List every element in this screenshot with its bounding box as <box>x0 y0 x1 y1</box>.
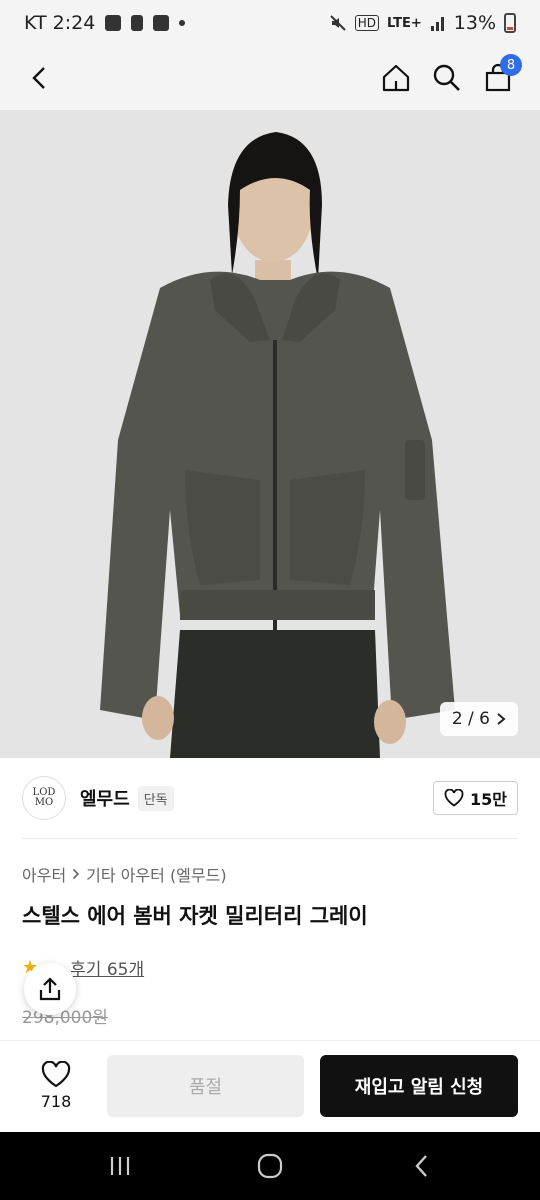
system-navigation-bar <box>0 1132 540 1200</box>
status-bar: KT 2:24 HD LTE+ 13% <box>0 0 540 46</box>
product-title: 스텔스 에어 봄버 자켓 밀리터리 그레이 <box>22 904 368 928</box>
review-count-link[interactable]: 후기 65개 <box>70 955 144 980</box>
wishlist-count: 718 <box>40 1092 72 1111</box>
back-button[interactable] <box>18 56 62 100</box>
home-circle-icon <box>257 1153 283 1179</box>
chevron-right-icon <box>497 713 506 725</box>
breadcrumb: 아우터 기타 아우터 (엘무드) <box>22 862 227 886</box>
chevron-right-icon <box>73 868 80 880</box>
search-button[interactable] <box>425 56 469 100</box>
divider <box>22 838 518 839</box>
home-button[interactable] <box>374 56 418 100</box>
back-nav-button[interactable] <box>400 1146 444 1186</box>
chevron-left-icon <box>32 67 45 89</box>
heart-icon <box>444 789 464 807</box>
brand-logo-text: LOD MO <box>32 787 56 808</box>
gallery-notification-icon <box>105 15 122 31</box>
battery-percent: 13% <box>453 12 496 34</box>
brand-name[interactable]: 엘무드 <box>80 785 130 811</box>
purchase-action-bar: 718 품절 재입고 알림 신청 <box>0 1040 540 1132</box>
brand-row: LOD MO 엘무드 단독 15만 <box>22 774 518 822</box>
restock-alert-button[interactable]: 재입고 알림 신청 <box>320 1055 518 1117</box>
recent-apps-icon <box>110 1157 130 1175</box>
brand-like-count: 15만 <box>470 790 507 809</box>
share-button[interactable] <box>24 963 76 1015</box>
alert-notification-icon <box>131 15 144 31</box>
exclusive-badge: 단독 <box>137 785 174 811</box>
naver-notification-icon <box>153 15 170 31</box>
search-icon <box>433 64 460 91</box>
image-counter-button[interactable]: 2 / 6 <box>439 702 518 736</box>
sale-price <box>22 1030 29 1040</box>
mute-icon <box>330 15 346 31</box>
hd-voice-icon: HD <box>354 15 379 31</box>
image-counter-text: 2 / 6 <box>451 709 490 729</box>
breadcrumb-item-other-outer[interactable]: 기타 아우터 (엘무드) <box>86 862 226 886</box>
home-nav-button[interactable] <box>248 1146 292 1186</box>
brand-logo[interactable]: LOD MO <box>22 776 66 820</box>
heart-icon <box>41 1061 71 1088</box>
network-type: LTE+ <box>386 15 422 31</box>
signal-icon <box>430 17 444 31</box>
product-image-carousel[interactable]: 2 / 6 <box>0 110 540 758</box>
cart-button[interactable]: 8 <box>476 54 522 100</box>
share-icon <box>39 977 61 1001</box>
product-photo <box>0 110 540 758</box>
soldout-button[interactable]: 품절 <box>107 1055 304 1117</box>
cart-count-badge: 8 <box>500 54 522 76</box>
top-navigation: 8 <box>0 46 540 110</box>
home-icon <box>382 64 410 92</box>
more-notifications-icon <box>179 20 186 26</box>
battery-icon <box>504 13 516 33</box>
status-time: KT 2:24 <box>24 12 96 34</box>
recent-apps-button[interactable] <box>98 1146 142 1186</box>
breadcrumb-item-outer[interactable]: 아우터 <box>22 862 66 886</box>
brand-like-button[interactable]: 15만 <box>433 781 518 815</box>
chevron-left-icon <box>415 1155 427 1177</box>
wishlist-button[interactable]: 718 <box>26 1055 86 1117</box>
